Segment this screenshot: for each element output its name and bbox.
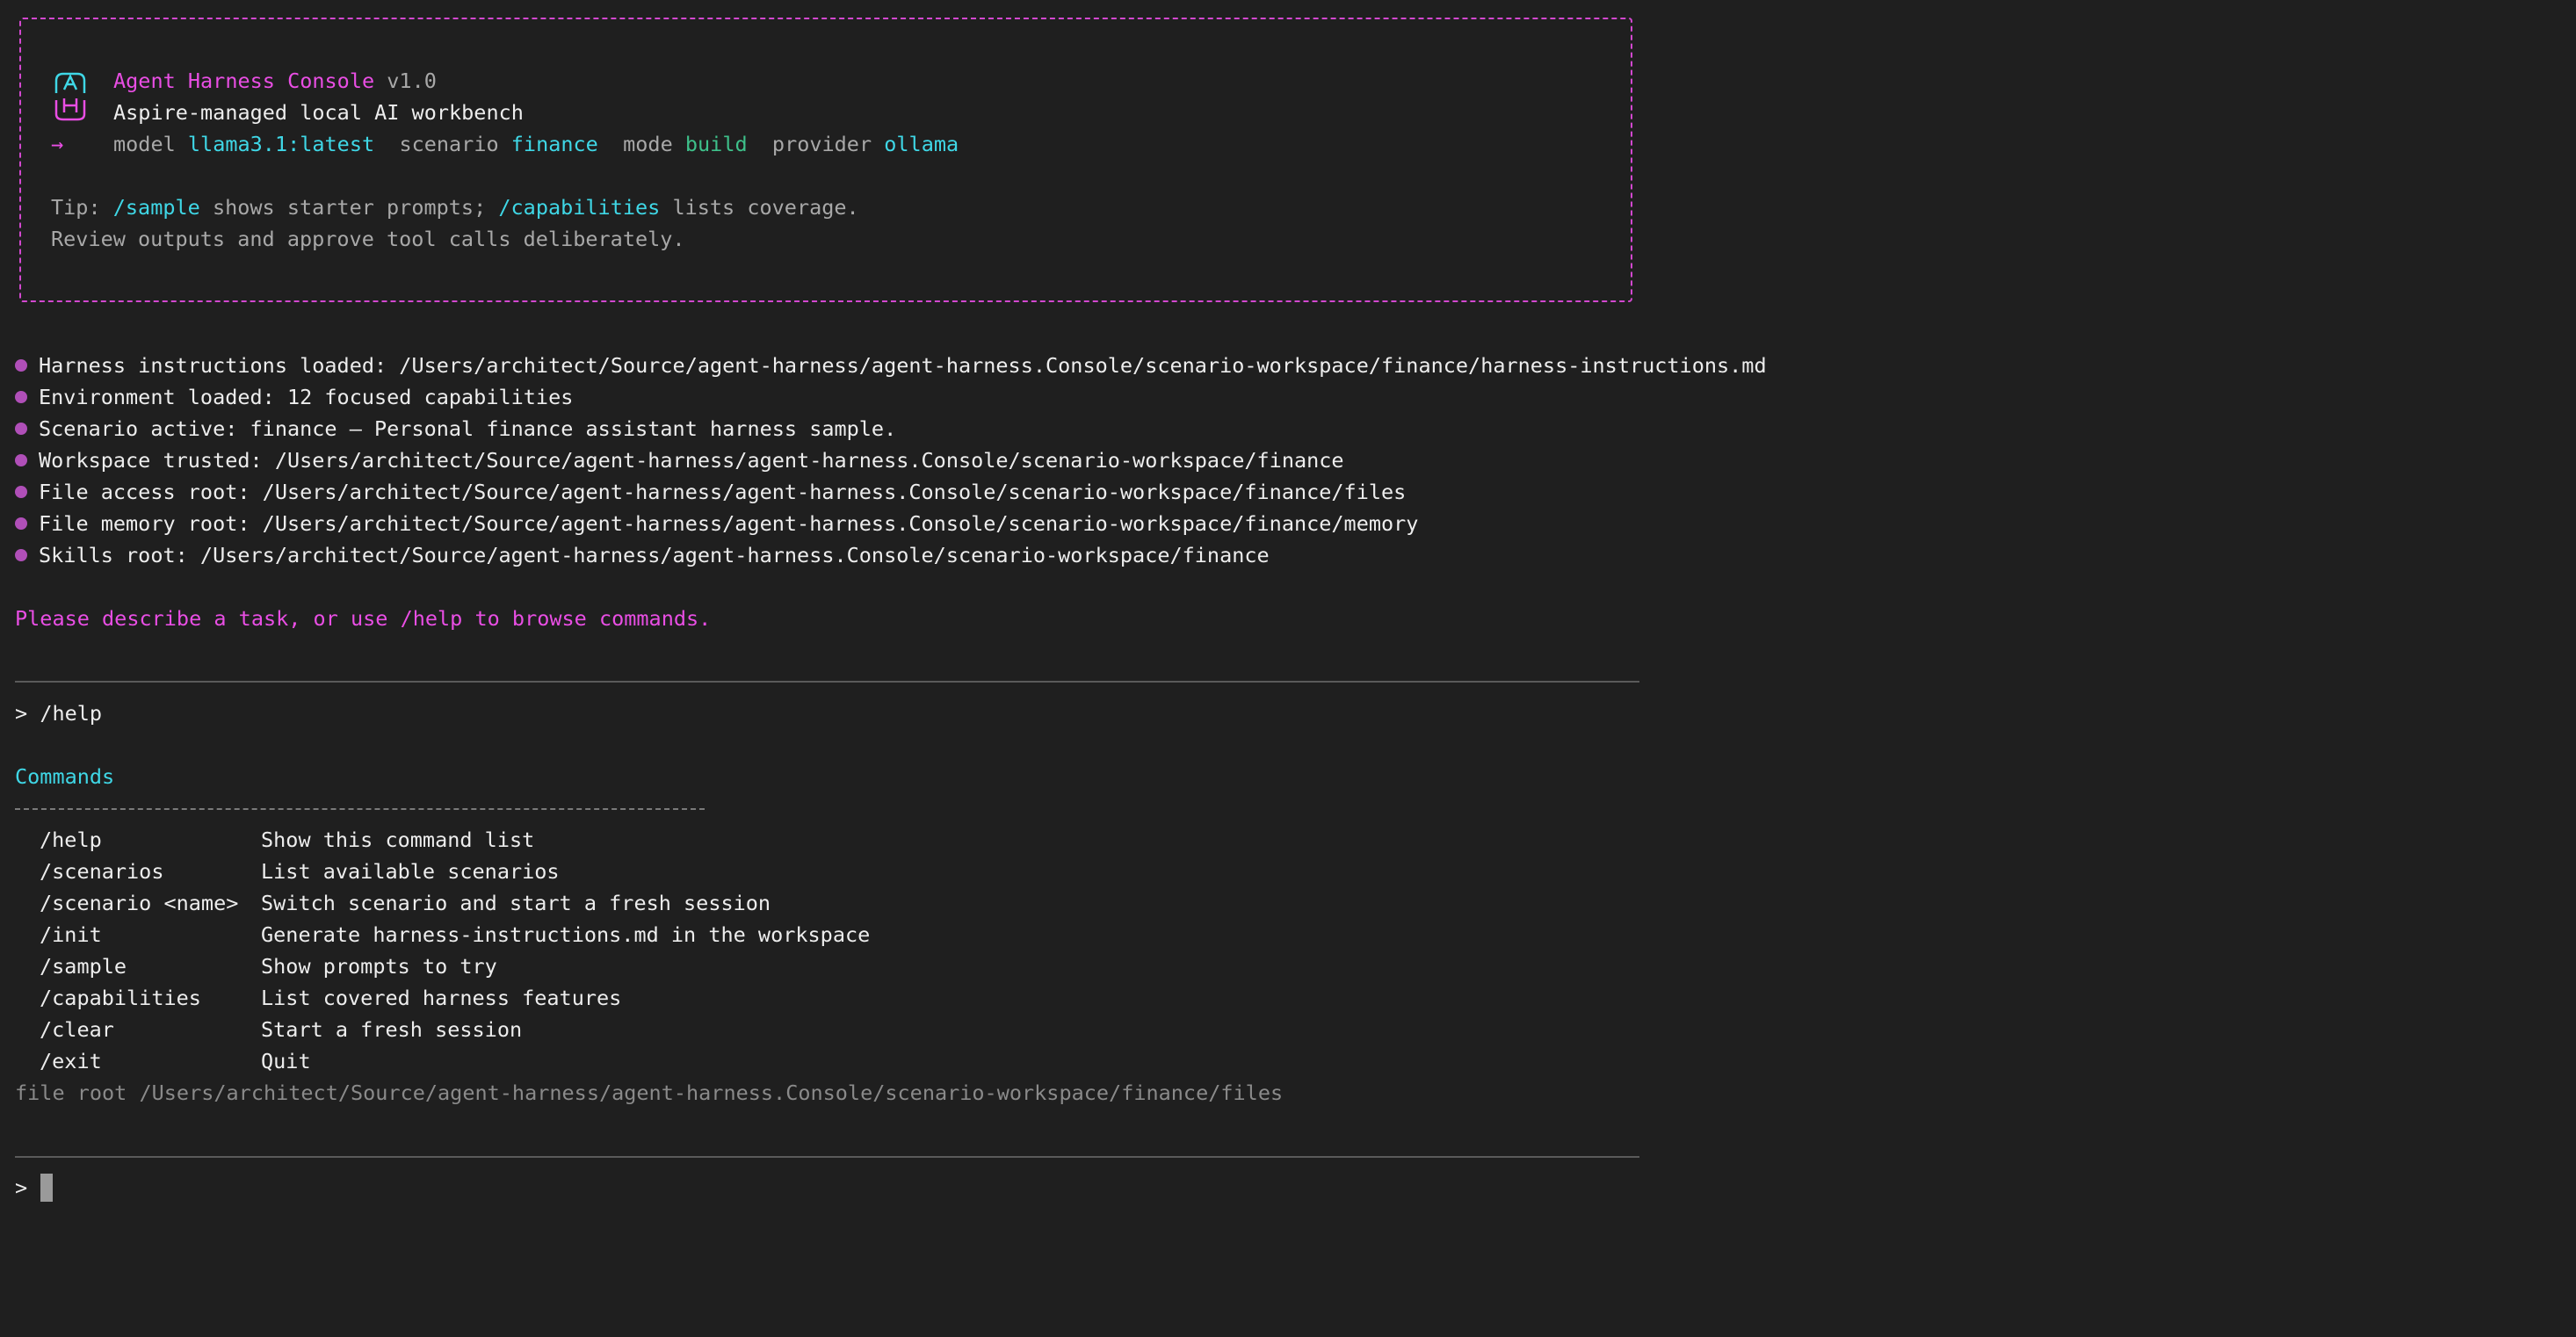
command-name: /init [40, 922, 102, 947]
status-line: File access root: /Users/architect/Sourc… [39, 480, 1407, 504]
scenario-label: scenario [399, 132, 499, 156]
entered-command: /help [40, 701, 103, 726]
file-root-line: file root /Users/architect/Source/agent-… [15, 1080, 1284, 1105]
ah-logo-icon [54, 72, 86, 121]
command-description: List available scenarios [261, 859, 560, 884]
command-name: /scenario <name> [40, 891, 239, 915]
status-line: Environment loaded: 12 focused capabilit… [39, 385, 574, 409]
status-bullet-icon [15, 517, 27, 530]
arrow-right-icon: → [51, 132, 64, 156]
status-line: Workspace trusted: /Users/architect/Sour… [39, 448, 1344, 473]
tip-prefix: Tip: [51, 195, 101, 220]
banner-title-line: Agent Harness Console v1.0 [113, 65, 437, 97]
command-description: Start a fresh session [261, 1017, 523, 1042]
command-description: Quit [261, 1049, 311, 1073]
welcome-banner [19, 18, 1632, 302]
mode-label: mode [623, 132, 673, 156]
tip-suffix: lists coverage. [672, 195, 859, 220]
commands-underline [15, 808, 705, 810]
session-info-line: model llama3.1:latest scenario finance m… [113, 128, 959, 160]
command-description: List covered harness features [261, 986, 622, 1010]
tip-sample-command: /sample [112, 195, 200, 220]
divider [15, 681, 1639, 683]
prompt-symbol: > [15, 701, 28, 726]
status-line: Scenario active: finance – Personal fina… [39, 416, 897, 441]
text-cursor[interactable] [40, 1174, 53, 1202]
command-name: /scenarios [40, 859, 164, 884]
command-description: Show this command list [261, 827, 535, 852]
app-title: Agent Harness Console [113, 69, 375, 93]
model-label: model [113, 132, 176, 156]
tip-capabilities-command: /capabilities [498, 195, 661, 220]
commands-header: Commands [15, 764, 115, 789]
command-name: /exit [40, 1049, 102, 1073]
command-name: /sample [40, 954, 127, 979]
scenario-value: finance [510, 132, 598, 156]
command-name: /clear [40, 1017, 114, 1042]
status-line: File memory root: /Users/architect/Sourc… [39, 511, 1419, 536]
status-bullet-icon [15, 486, 27, 498]
command-history-line: > /help [15, 697, 102, 729]
provider-label: provider [771, 132, 872, 156]
tip-line: Tip: /sample shows starter prompts; /cap… [51, 192, 859, 223]
status-bullet-icon [15, 391, 27, 403]
command-description: Switch scenario and start a fresh sessio… [261, 891, 771, 915]
status-bullet-icon [15, 549, 27, 561]
prompt-message: Please describe a task, or use /help to … [15, 606, 712, 631]
command-name: /help [40, 827, 102, 852]
app-version: v1.0 [387, 69, 437, 93]
status-line: Skills root: /Users/architect/Source/age… [39, 543, 1270, 567]
model-value: llama3.1:latest [187, 132, 375, 156]
status-bullet-icon [15, 359, 27, 372]
app-subtitle: Aspire-managed local AI workbench [113, 100, 524, 125]
command-name: /capabilities [40, 986, 201, 1010]
input-prompt-symbol: > [15, 1175, 28, 1200]
review-line: Review outputs and approve tool calls de… [51, 227, 685, 251]
status-bullet-icon [15, 454, 27, 466]
status-line: Harness instructions loaded: /Users/arch… [39, 353, 1767, 378]
provider-value: ollama [884, 132, 959, 156]
mode-value: build [684, 132, 748, 156]
divider [15, 1156, 1639, 1158]
tip-middle-text: shows starter prompts; [212, 195, 487, 220]
status-bullet-icon [15, 423, 27, 435]
command-description: Show prompts to try [261, 954, 497, 979]
command-description: Generate harness-instructions.md in the … [261, 922, 871, 947]
